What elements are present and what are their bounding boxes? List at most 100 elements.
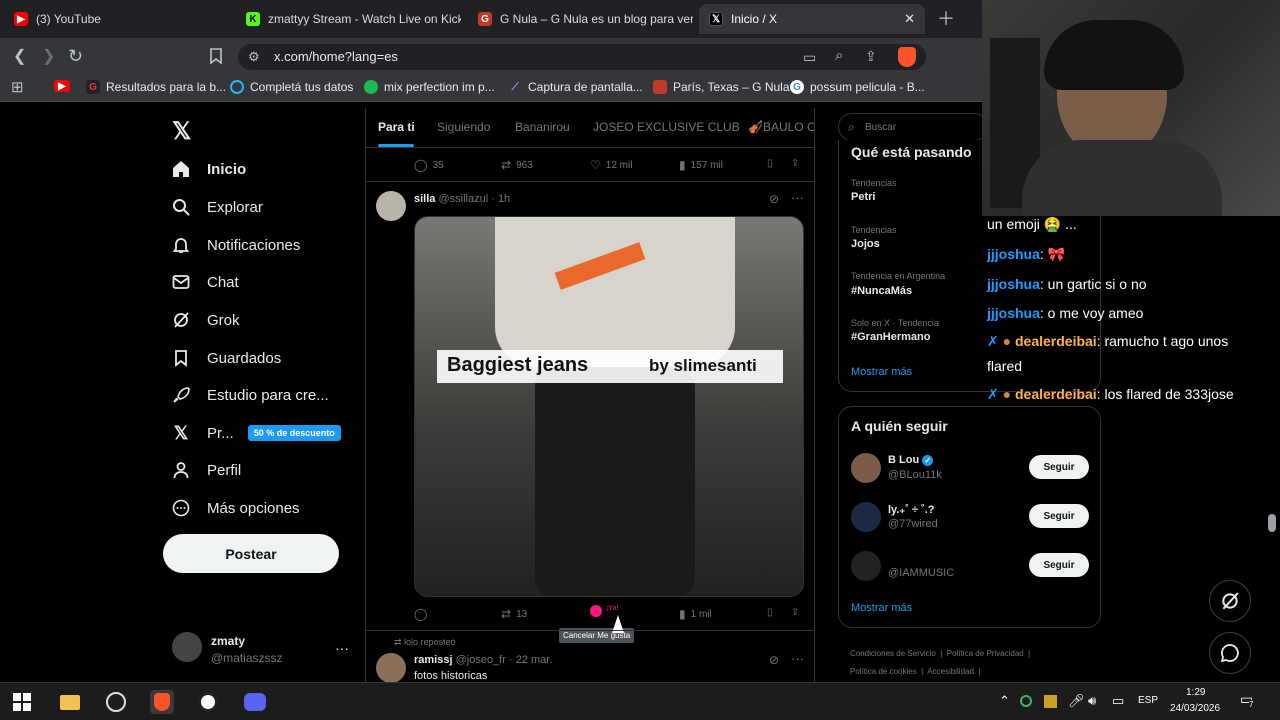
discord-button[interactable] [243, 690, 267, 714]
taskbar-app-button[interactable] [104, 690, 128, 714]
zoom-icon[interactable]: ⌕ [835, 48, 843, 64]
like-action[interactable]: ¡Ya! [590, 605, 618, 617]
search-box[interactable]: ⌕ Buscar [838, 113, 988, 141]
avatar[interactable] [851, 453, 881, 483]
post-more-icon[interactable]: ··· [791, 190, 804, 205]
avatar[interactable] [851, 502, 881, 532]
post-time[interactable]: · 1h [491, 193, 510, 205]
notifications-button[interactable]: ▭ 7 [1240, 691, 1254, 709]
repost-action[interactable]: ⇄ 13 [501, 607, 527, 621]
tray-app-icon[interactable] [1044, 695, 1057, 708]
account-menu-icon[interactable]: ··· [335, 640, 349, 656]
follow-button[interactable]: Seguir [1029, 553, 1089, 577]
nav-home[interactable]: Inicio [172, 160, 246, 178]
footer-link[interactable]: Condiciones de Servicio [850, 649, 936, 658]
bookmark-item[interactable]: G Resultados para la b... [86, 80, 226, 94]
footer-link[interactable]: Accesibilidad [927, 667, 974, 676]
show-more-link[interactable]: Mostrar más [851, 602, 912, 614]
tab-gnula[interactable]: G G Nula – G Nula es un blog para ver [468, 4, 693, 34]
tab-following[interactable]: Siguiendo [437, 120, 490, 134]
x-logo-icon[interactable]: 𝕏 [172, 117, 191, 146]
file-explorer-button[interactable] [58, 690, 82, 714]
clock-app-button[interactable] [196, 690, 220, 714]
tab-list[interactable]: JOSEO EXCLUSIVE CLUB [593, 120, 740, 134]
nav-grok[interactable]: Grok [172, 311, 240, 329]
nav-profile[interactable]: Perfil [172, 461, 241, 479]
trend-name[interactable]: Jojos [851, 238, 880, 250]
clock-time[interactable]: 1:29 [1186, 687, 1205, 698]
grok-icon[interactable]: ⊘ [769, 192, 779, 206]
trend-name[interactable]: #NuncaMás [851, 285, 912, 297]
post-more-icon[interactable]: ··· [791, 651, 804, 666]
bookmark-item[interactable]: G possum pelicula - B... [790, 80, 925, 94]
share-icon[interactable]: ⇪ [791, 158, 799, 169]
author-handle[interactable]: @joseo_fr [456, 654, 506, 666]
like-action[interactable]: ♡ 12 mil [590, 158, 632, 172]
bookmark-icon[interactable]: ▯ [767, 607, 773, 618]
tab-list[interactable]: 🎻BAULO CL [748, 120, 814, 134]
brave-taskbar-button[interactable] [150, 690, 174, 714]
author-name[interactable]: ramissj [414, 654, 453, 666]
tab-list[interactable]: Bananirou [515, 120, 570, 134]
avatar[interactable] [172, 632, 202, 662]
views-action[interactable]: ▮ 1 mil [679, 607, 712, 621]
tab-x[interactable]: 𝕏 Inicio / X ✕ [699, 4, 925, 34]
show-more-link[interactable]: Mostrar más [851, 366, 912, 378]
avatar[interactable] [376, 191, 406, 221]
bookmark-item[interactable]: París, Texas – G Nula [653, 80, 790, 94]
nav-explore[interactable]: Explorar [172, 198, 263, 216]
brave-shield-icon[interactable] [898, 47, 916, 67]
microphone-icon[interactable]: 🎤︎ [1068, 693, 1085, 709]
bookmark-item[interactable]: mix perfection im p... [364, 80, 495, 94]
trend-name[interactable]: #GranHermano [851, 331, 930, 343]
grok-icon[interactable]: ⊘ [769, 653, 779, 667]
close-tab-icon[interactable]: ✕ [904, 11, 915, 27]
start-button[interactable] [10, 690, 34, 714]
nav-notifications[interactable]: Notificaciones [172, 236, 300, 254]
volume-icon[interactable]: 🔊︎ [1088, 693, 1096, 709]
back-icon[interactable]: ❮ [13, 49, 26, 65]
nav-more-options[interactable]: Más opciones [172, 499, 300, 517]
messages-float-button[interactable] [1209, 632, 1251, 674]
address-bar[interactable]: ⚙ x.com/home?lang=es ▭ ⌕ ⇪ [238, 44, 926, 70]
reply-action[interactable]: ◯ [414, 607, 432, 621]
clock-date[interactable]: 24/03/2026 [1170, 703, 1220, 714]
post-media[interactable]: Baggiest jeans by slimesanti [414, 216, 804, 597]
trend-name[interactable]: Petri [851, 191, 875, 203]
share-icon[interactable]: ⇪ [791, 607, 799, 618]
footer-link[interactable]: Política de cookies [850, 667, 917, 676]
language-indicator[interactable]: ESP [1138, 695, 1158, 706]
tray-overflow-icon[interactable]: ⌃ [999, 693, 1010, 709]
reposted-by[interactable]: lolo reposteó [404, 637, 456, 647]
forward-icon[interactable]: ❯ [42, 49, 55, 65]
tray-app-icon[interactable] [1020, 695, 1032, 707]
nav-chat[interactable]: Chat [172, 273, 239, 291]
tab-kick[interactable]: K zmattyy Stream - Watch Live on Kick [236, 4, 461, 34]
views-action[interactable]: ▮ 157 mil [679, 158, 723, 172]
author-handle[interactable]: @ssillazul [438, 193, 488, 205]
url-text[interactable]: x.com/home?lang=es [274, 49, 398, 64]
apps-grid-icon[interactable]: ⊞ [11, 80, 24, 96]
author-name[interactable]: silla [414, 193, 435, 205]
nav-premium[interactable]: 𝕏 Pr... 50 % de descuento [172, 423, 341, 443]
nav-bookmarks[interactable]: Guardados [172, 349, 281, 367]
repost-action[interactable]: ⇄ 963 [501, 158, 533, 172]
tab-for-you[interactable]: Para ti [378, 120, 415, 134]
share-icon[interactable]: ⇪ [865, 48, 877, 64]
new-tab-icon[interactable]: ＋ [937, 10, 955, 28]
follow-button[interactable]: Seguir [1029, 504, 1089, 528]
follow-suggestion-name[interactable]: B Lou ✓ [888, 454, 934, 466]
post-time[interactable]: · 22 mar. [509, 654, 552, 666]
install-app-icon[interactable]: ▭ [803, 49, 816, 65]
footer-link[interactable]: Política de Privacidad [947, 649, 1024, 658]
grok-float-button[interactable] [1209, 580, 1251, 622]
bookmark-page-icon[interactable] [209, 48, 223, 68]
post-button[interactable]: Postear [163, 534, 339, 573]
page-scrollbar[interactable] [1268, 514, 1276, 532]
avatar[interactable] [376, 653, 406, 683]
suggestion-name[interactable]: ly.₊˚ ÷ ˚.? [888, 503, 934, 516]
reload-icon[interactable]: ↻ [68, 47, 83, 65]
follow-button[interactable]: Seguir [1029, 455, 1089, 479]
reply-action[interactable]: ◯ 35 [414, 158, 444, 172]
network-icon[interactable]: ▭ [1112, 693, 1124, 709]
